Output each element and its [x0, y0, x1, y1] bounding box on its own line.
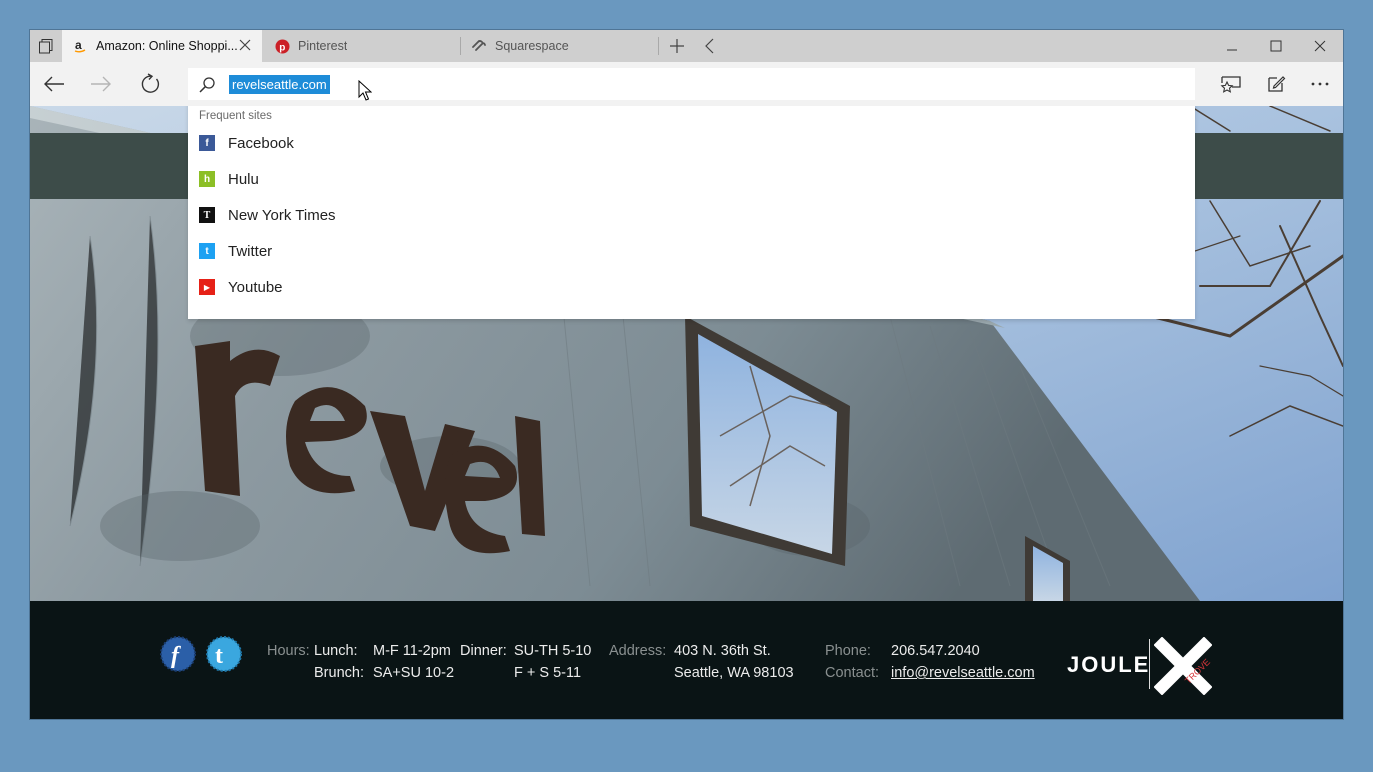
tab-title: Squarespace [495, 39, 569, 53]
navigation-bar: revelseattle.com [30, 62, 1343, 106]
nyt-icon: T [199, 207, 215, 223]
svg-text:t: t [215, 643, 223, 669]
squarespace-icon [471, 38, 487, 54]
maximize-button[interactable] [1253, 30, 1299, 62]
minimize-button[interactable] [1209, 30, 1255, 62]
lunch-label: Lunch: [314, 643, 358, 659]
tab-title: Amazon: Online Shoppi... [96, 39, 238, 53]
address-bar[interactable]: revelseattle.com [188, 68, 1195, 100]
dropdown-heading: Frequent sites [199, 110, 272, 122]
twitter-social-icon[interactable]: t [204, 634, 244, 674]
tab-strip: a Amazon: Online Shoppi... p Pinterest S… [30, 30, 1343, 62]
phone-label: Phone: [825, 643, 871, 659]
brunch-hours: SA+SU 10-2 [373, 665, 455, 681]
lunch-hours: M-F 11-2pm [373, 643, 451, 659]
web-page: f t Hours: Lunch: M-F 11-2pm Dinner: SU-… [30, 106, 1343, 719]
suggestion-label: Twitter [228, 242, 273, 260]
refresh-icon [141, 73, 160, 93]
refresh-button[interactable] [127, 62, 173, 106]
suggestion-youtube[interactable]: ▶ Youtube [188, 269, 1195, 305]
suggestion-facebook[interactable]: f Facebook [188, 125, 1195, 161]
hulu-icon: h [199, 171, 215, 187]
tab-list-icon[interactable] [38, 38, 54, 54]
pencil-note-icon [1268, 76, 1286, 92]
logo-divider [1149, 639, 1150, 689]
tab-squarespace[interactable]: Squarespace [461, 30, 657, 62]
facebook-social-icon[interactable]: f [158, 634, 198, 674]
close-icon [1314, 40, 1326, 52]
browser-window: a Amazon: Online Shoppi... p Pinterest S… [30, 30, 1343, 719]
facebook-icon: f [199, 135, 215, 151]
youtube-icon: ▶ [199, 279, 215, 295]
contact-email-link[interactable]: info@revelseattle.com [891, 665, 1035, 681]
maximize-icon [1270, 40, 1282, 52]
svg-text:p: p [279, 42, 285, 53]
more-dots-icon [1311, 82, 1329, 86]
site-footer: f t Hours: Lunch: M-F 11-2pm Dinner: SU-… [30, 601, 1343, 719]
pinterest-icon: p [274, 38, 290, 54]
frequent-sites-dropdown: Frequent sites f Facebook h Hulu T New Y… [188, 106, 1195, 319]
brunch-label: Brunch: [314, 665, 364, 681]
tab-pinterest[interactable]: p Pinterest [264, 30, 460, 62]
contact-email[interactable]: info@revelseattle.com [891, 665, 1035, 681]
suggestion-twitter[interactable]: t Twitter [188, 233, 1195, 269]
twitter-icon: t [199, 243, 215, 259]
address-line-1: 403 N. 36th St. [674, 643, 771, 659]
suggestion-label: Youtube [228, 278, 283, 296]
suggestion-label: New York Times [228, 206, 336, 224]
tab-amazon[interactable]: a Amazon: Online Shoppi... [62, 30, 262, 62]
phone-number: 206.547.2040 [891, 643, 980, 659]
address-label: Address: [609, 643, 667, 659]
forward-arrow-icon [91, 76, 111, 92]
tab-separator [658, 37, 659, 55]
dinner-hours-weekend: F + S 5-11 [514, 665, 582, 681]
close-window-button[interactable] [1297, 30, 1343, 62]
back-arrow-icon [44, 76, 64, 92]
mouse-pointer-icon [358, 80, 372, 101]
amazon-icon: a [72, 38, 88, 54]
trove-x-logo[interactable]: TROVE [1154, 637, 1212, 695]
new-tab-icon[interactable] [668, 37, 686, 55]
dinner-hours-weekday: SU-TH 5-10 [514, 643, 592, 659]
tab-title: Pinterest [298, 39, 348, 53]
chevron-left-icon[interactable] [702, 37, 718, 55]
address-line-2: Seattle, WA 98103 [674, 665, 794, 681]
more-actions-button[interactable] [1298, 62, 1342, 106]
favorites-hub-icon [1220, 76, 1241, 93]
search-icon [199, 77, 215, 93]
contact-label: Contact: [825, 665, 879, 681]
suggestion-label: Facebook [228, 134, 294, 152]
suggestion-hulu[interactable]: h Hulu [188, 161, 1195, 197]
reading-list-button[interactable] [1209, 62, 1253, 106]
dinner-label: Dinner: [460, 643, 507, 659]
address-input-selected-text[interactable]: revelseattle.com [229, 75, 330, 94]
minimize-icon [1227, 49, 1237, 51]
forward-button[interactable] [78, 62, 124, 106]
suggestion-label: Hulu [228, 170, 259, 188]
suggestion-new-york-times[interactable]: T New York Times [188, 197, 1195, 233]
back-button[interactable] [31, 62, 77, 106]
hours-label: Hours: [267, 643, 310, 659]
close-tab-icon[interactable] [238, 38, 252, 52]
joule-logo-text[interactable]: JOULE [1067, 652, 1150, 678]
svg-text:a: a [75, 39, 82, 52]
web-note-button[interactable] [1254, 62, 1298, 106]
